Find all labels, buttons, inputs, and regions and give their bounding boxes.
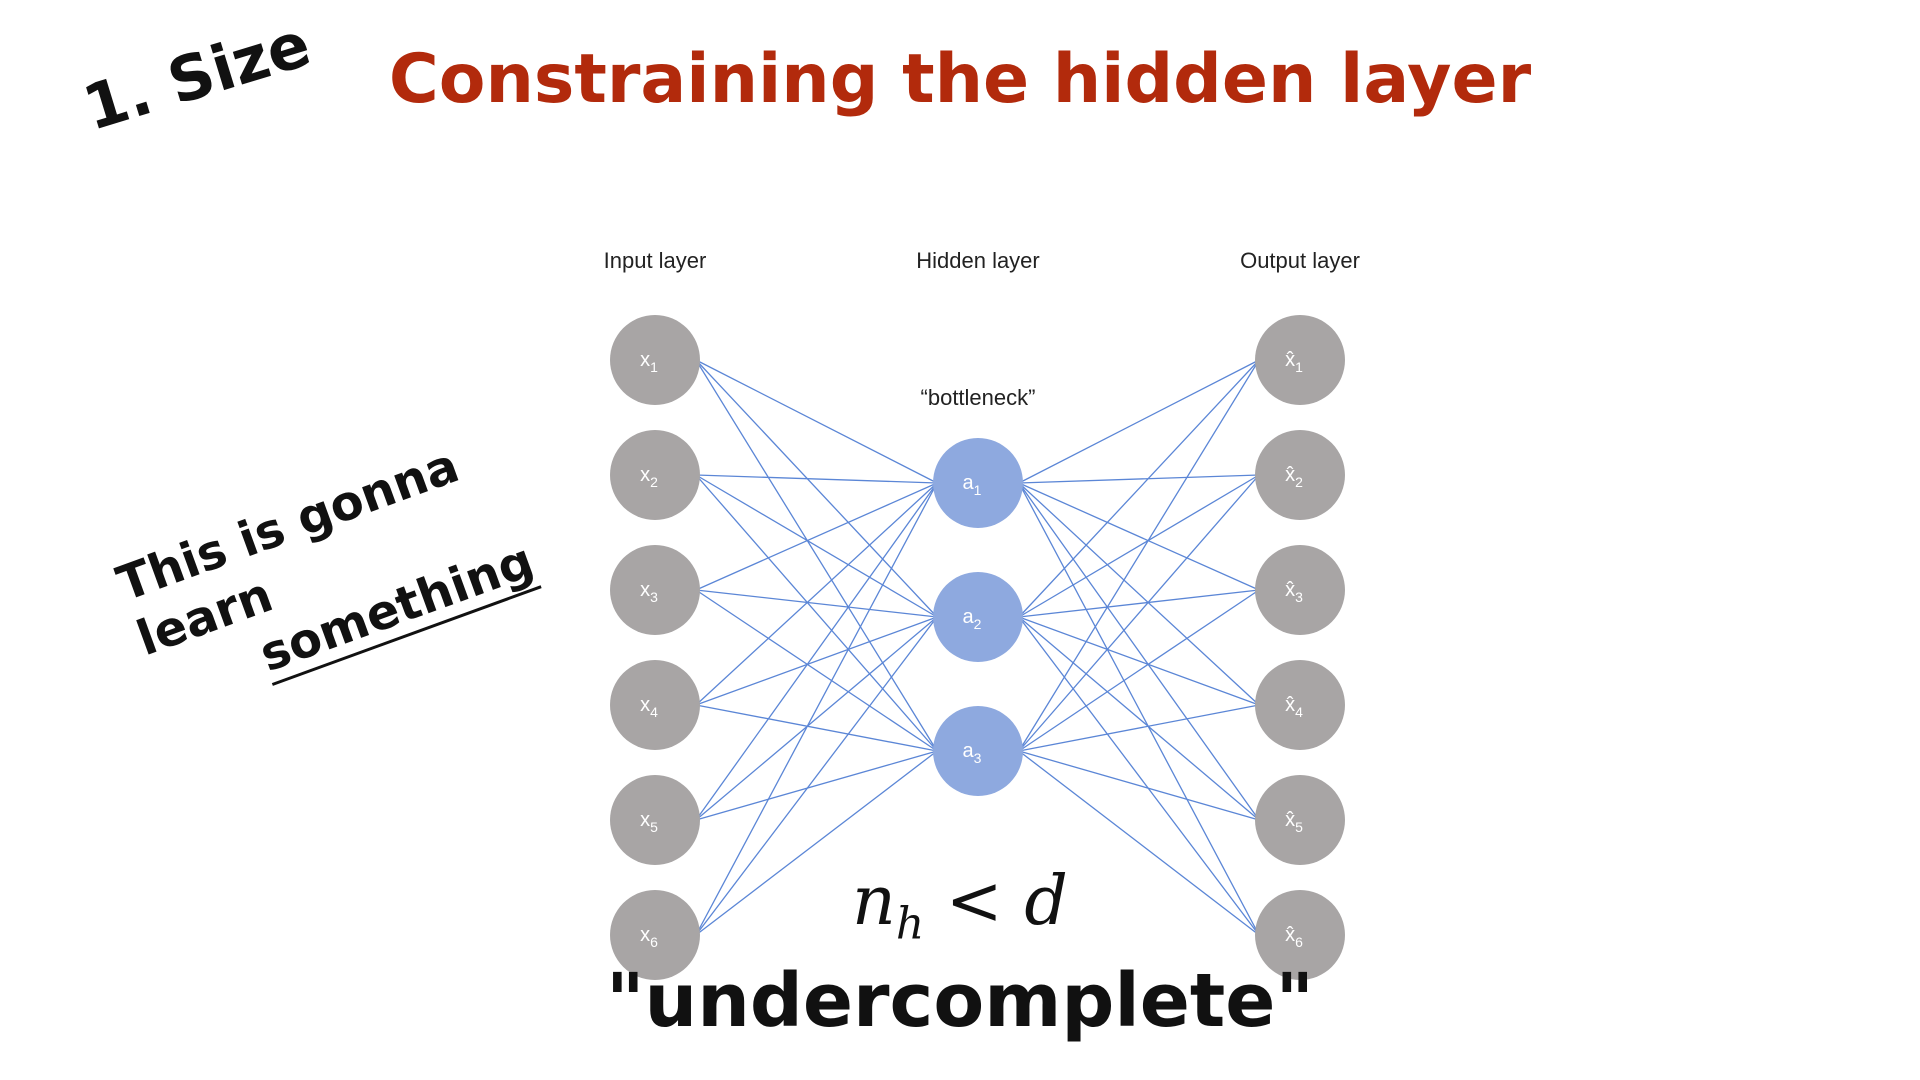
hidden-node-2: a2 xyxy=(933,572,1023,662)
edge-hidden2-output1 xyxy=(1018,359,1260,618)
input-node-1-subscript: 1 xyxy=(650,359,658,375)
edge-hidden2-output5 xyxy=(1018,616,1260,821)
edge-input2-hidden1 xyxy=(695,474,938,484)
output-node-2-subscript: 2 xyxy=(1295,474,1303,490)
input-node-3-subscript: 3 xyxy=(650,589,658,605)
input-node-4-subscript: 4 xyxy=(650,704,658,720)
edge-hidden3-output5 xyxy=(1018,750,1260,821)
input-node-2: x2 xyxy=(610,430,700,520)
output-node-1: x̂1 xyxy=(1255,315,1345,405)
output-node-4-subscript: 4 xyxy=(1295,704,1303,720)
input-node-5-subscript: 5 xyxy=(650,819,658,835)
edge-hidden1-output3 xyxy=(1018,482,1260,591)
formula: nh < d xyxy=(0,862,1920,950)
output-node-1-subscript: 1 xyxy=(1295,359,1303,375)
edge-input1-hidden1 xyxy=(695,359,938,484)
edge-hidden1-output5 xyxy=(1018,482,1260,821)
formula-rhs: d xyxy=(1024,862,1068,941)
edge-input1-hidden2 xyxy=(695,359,938,618)
input-node-5: x5 xyxy=(610,775,700,865)
output-node-3: x̂3 xyxy=(1255,545,1345,635)
input-node-1: x1 xyxy=(610,315,700,405)
undercomplete-caption: "undercomplete" xyxy=(605,958,1315,1044)
output-node-5-subscript: 5 xyxy=(1295,819,1303,835)
edge-hidden3-output3 xyxy=(1018,589,1260,752)
edge-hidden1-output1 xyxy=(1018,359,1260,484)
edge-hidden3-output4 xyxy=(1018,704,1260,752)
edge-input2-hidden2 xyxy=(695,474,938,618)
formula-lhs-subscript: h xyxy=(895,898,925,950)
edge-input3-hidden3 xyxy=(695,589,938,752)
hidden-node-1-subscript: 1 xyxy=(974,482,982,498)
input-node-4: x4 xyxy=(610,660,700,750)
hidden-node-1: a1 xyxy=(933,438,1023,528)
output-node-4: x̂4 xyxy=(1255,660,1345,750)
output-node-2: x̂2 xyxy=(1255,430,1345,520)
edge-input5-hidden1 xyxy=(695,482,938,821)
input-node-2-subscript: 2 xyxy=(650,474,658,490)
edge-hidden2-output2 xyxy=(1018,474,1260,618)
output-node-5: x̂5 xyxy=(1255,775,1345,865)
input-node-3: x3 xyxy=(610,545,700,635)
edge-hidden1-output2 xyxy=(1018,474,1260,484)
hidden-node-2-subscript: 2 xyxy=(974,616,982,632)
formula-operator: < xyxy=(924,862,1025,941)
edge-input3-hidden1 xyxy=(695,482,938,591)
edge-input5-hidden3 xyxy=(695,750,938,821)
hidden-node-3-subscript: 3 xyxy=(974,750,982,766)
formula-lhs: n xyxy=(852,862,896,941)
output-node-3-subscript: 3 xyxy=(1295,589,1303,605)
edge-input4-hidden3 xyxy=(695,704,938,752)
hidden-node-3: a3 xyxy=(933,706,1023,796)
edge-input5-hidden2 xyxy=(695,616,938,821)
